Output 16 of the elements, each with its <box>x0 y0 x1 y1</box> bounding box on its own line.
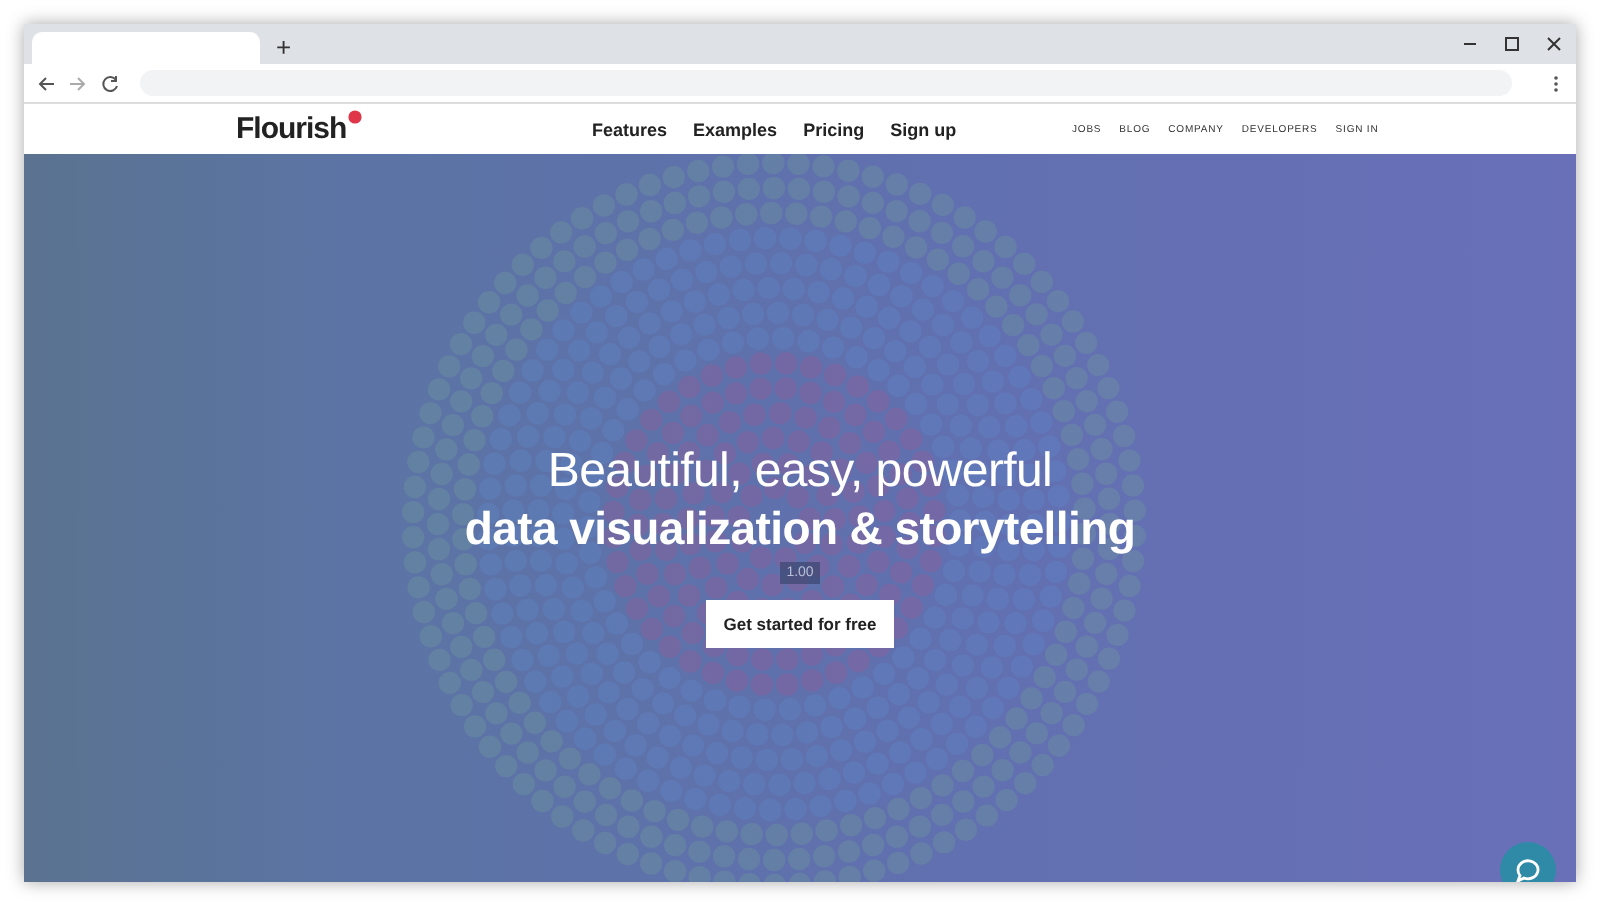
get-started-button[interactable]: Get started for free <box>705 600 895 648</box>
chat-button[interactable] <box>1500 842 1556 882</box>
reload-icon[interactable] <box>100 73 120 93</box>
more-menu-icon[interactable] <box>1552 73 1560 93</box>
nav-link[interactable]: Examples <box>693 119 778 139</box>
nav-link[interactable]: Features <box>592 119 668 139</box>
close-icon[interactable] <box>1544 34 1564 54</box>
new-tab-button[interactable]: + <box>276 32 292 62</box>
back-arrow-icon[interactable] <box>36 73 56 93</box>
nav-link[interactable]: Pricing <box>803 119 865 139</box>
nav-link[interactable]: Sign up <box>890 119 957 139</box>
logo-dot-icon <box>348 110 363 124</box>
maximize-icon[interactable] <box>1502 34 1522 54</box>
site-logo[interactable]: Flourish <box>236 112 347 146</box>
headline: data visualization & storytelling <box>464 500 1136 556</box>
headline: Beautiful, easy, powerful <box>547 444 1053 500</box>
